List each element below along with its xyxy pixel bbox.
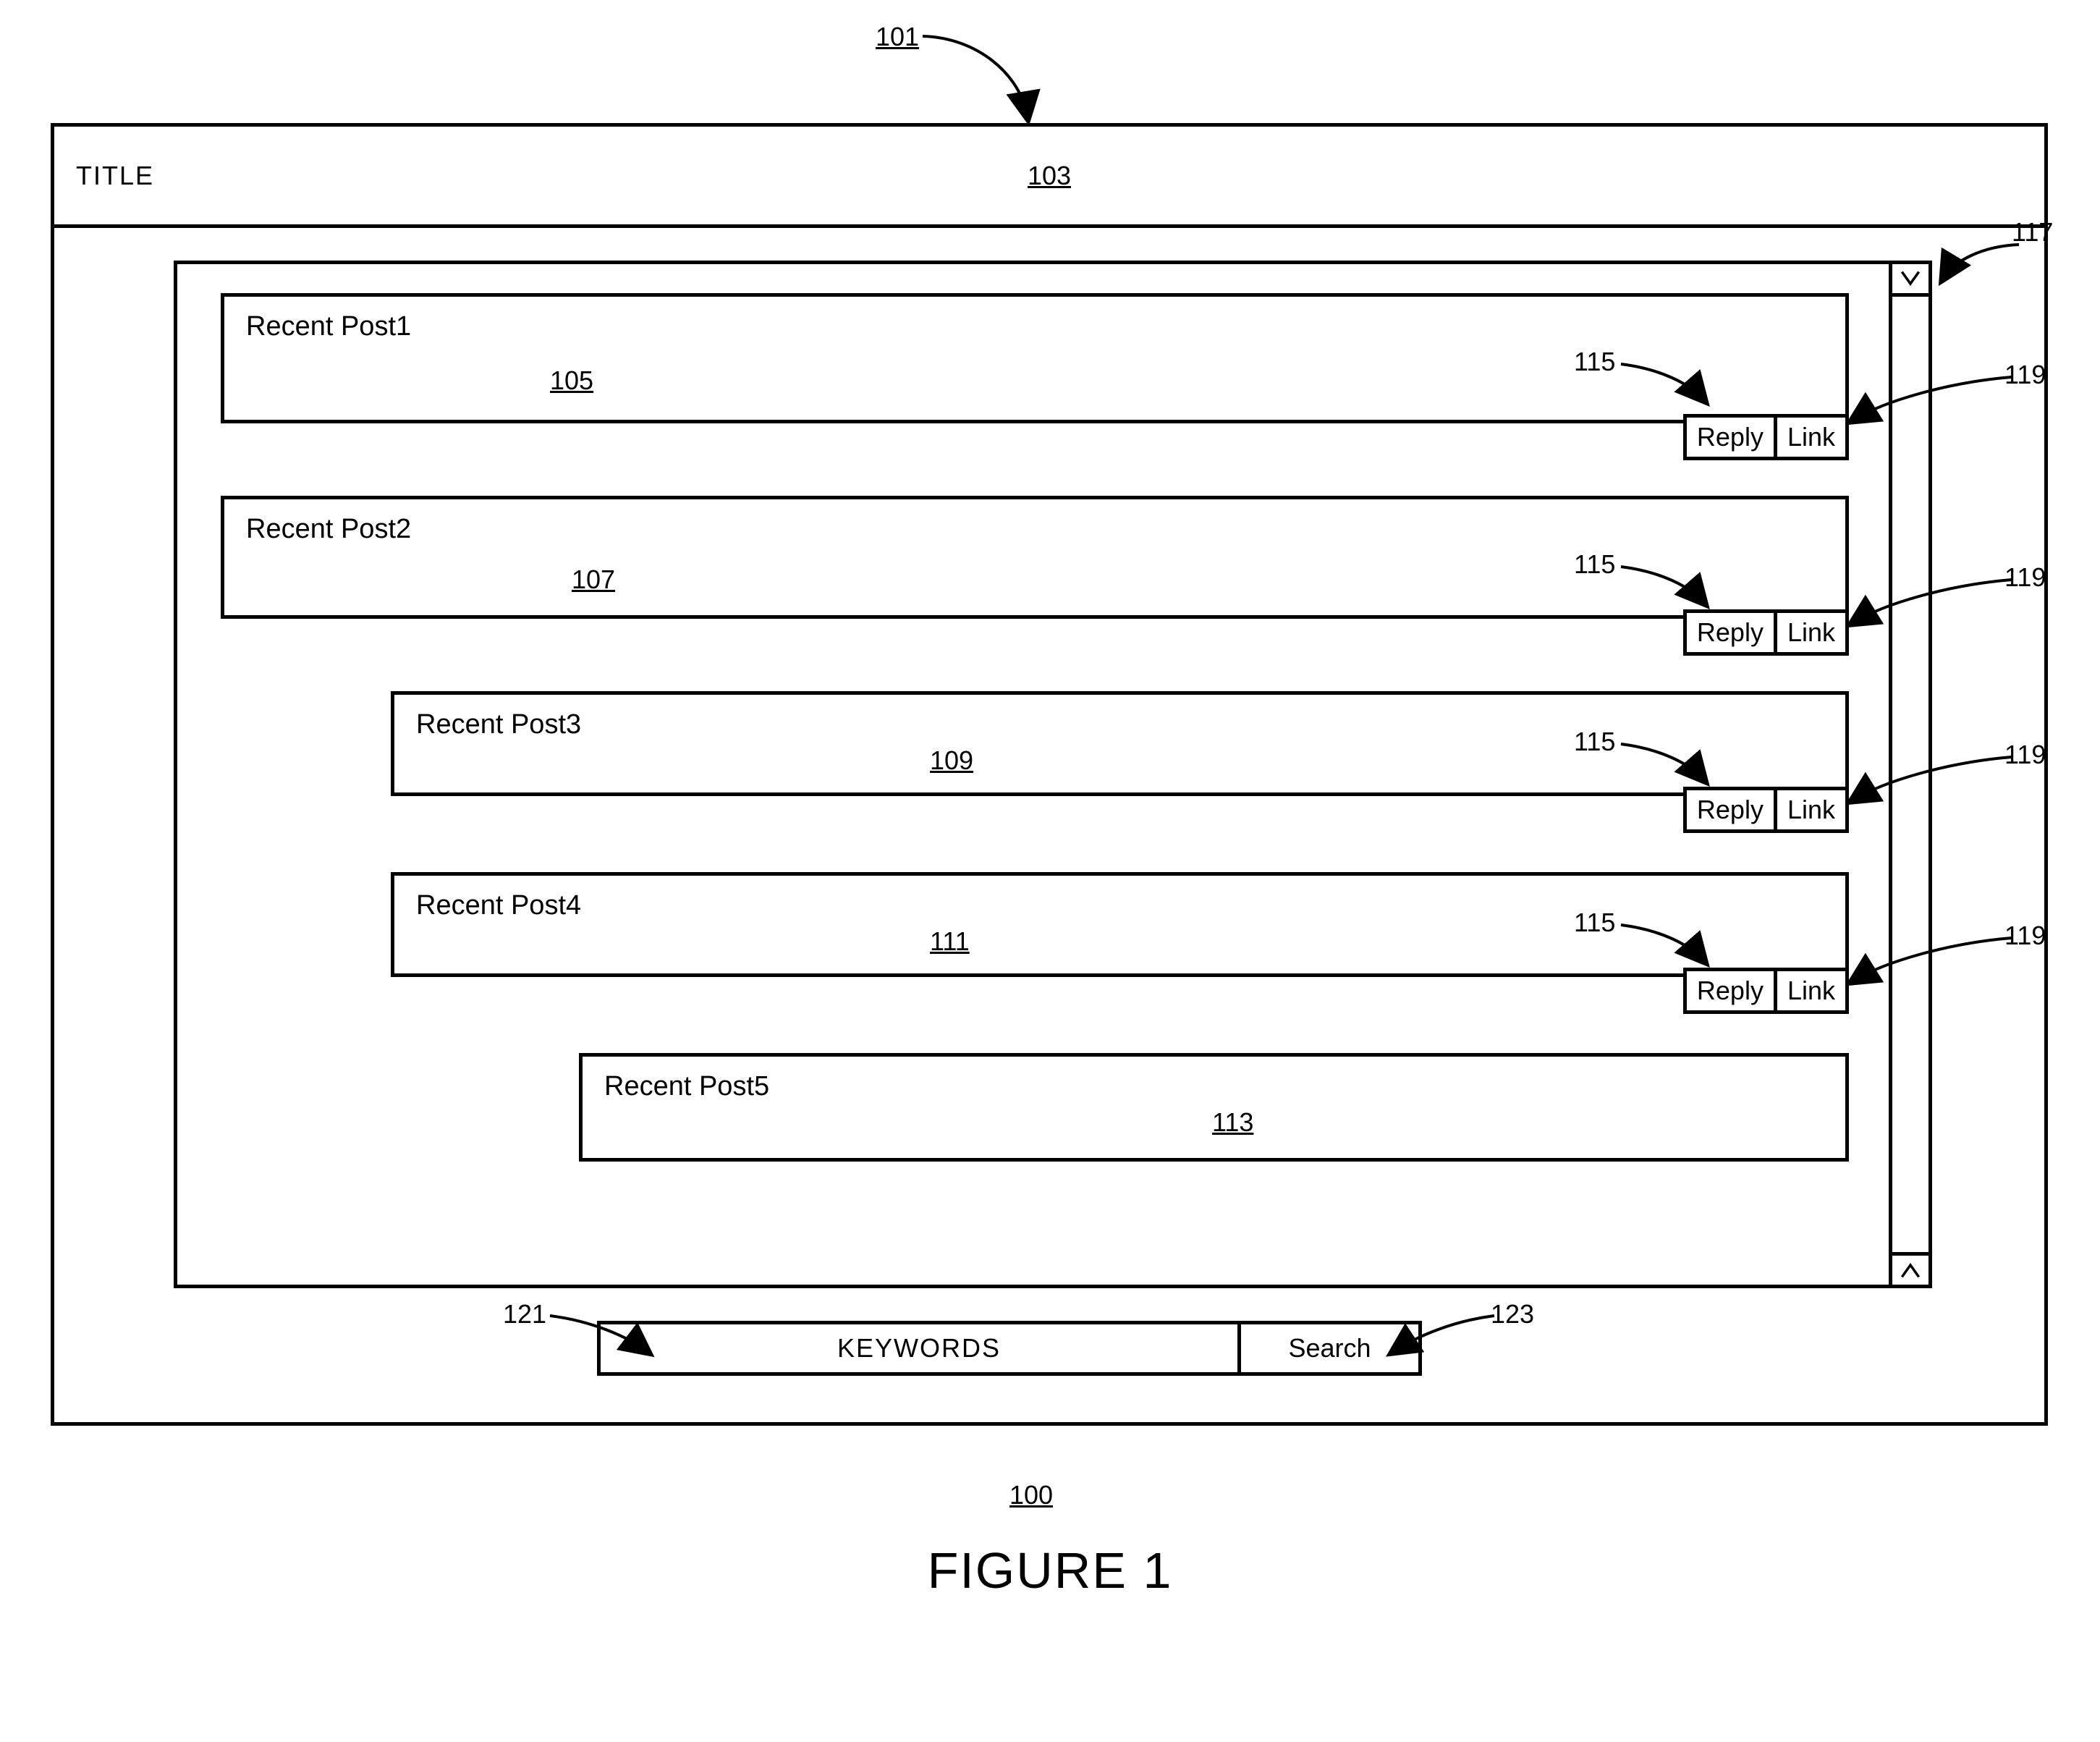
link-button[interactable]: Link — [1777, 613, 1845, 652]
post-ref: 111 — [930, 926, 970, 957]
title-ref: 103 — [1028, 161, 1071, 191]
leader-117 — [1939, 239, 2026, 289]
leader-119-2 — [1849, 574, 2015, 632]
post-title: Recent Post5 — [604, 1071, 1824, 1102]
post-ref: 113 — [1212, 1107, 1253, 1138]
link-button[interactable]: Link — [1777, 790, 1845, 829]
application-window: TITLE 103 Recent Post1 105 Reply Link — [51, 123, 2048, 1426]
post-5: Recent Post5 113 — [579, 1053, 1849, 1162]
post-actions: Reply Link — [1683, 414, 1849, 460]
post-actions: Reply Link — [1683, 968, 1849, 1014]
leader-101 — [919, 30, 1049, 132]
window-body: Recent Post1 105 Reply Link Recent Post2… — [54, 228, 2044, 1418]
reply-button[interactable]: Reply — [1687, 418, 1774, 457]
leader-119-4 — [1849, 932, 2015, 990]
reply-button[interactable]: Reply — [1687, 613, 1774, 652]
leader-115-3 — [1617, 738, 1711, 789]
scroll-up-button[interactable] — [1892, 264, 1928, 297]
reply-button[interactable]: Reply — [1687, 790, 1774, 829]
leader-115-1 — [1617, 358, 1711, 409]
search-row: KEYWORDS Search — [597, 1321, 1422, 1376]
post-ref: 105 — [550, 365, 593, 396]
leader-115-4 — [1617, 919, 1711, 970]
chevron-up-icon — [1900, 1260, 1921, 1280]
link-button[interactable]: Link — [1777, 971, 1845, 1010]
keywords-input[interactable]: KEYWORDS — [601, 1324, 1237, 1372]
leader-121 — [546, 1310, 655, 1361]
reply-button[interactable]: Reply — [1687, 971, 1774, 1010]
post-ref: 109 — [930, 745, 973, 776]
post-actions: Reply Link — [1683, 787, 1849, 833]
ref-115-4: 115 — [1574, 908, 1615, 938]
leader-115-2 — [1617, 561, 1711, 612]
patent-figure-canvas: 101 TITLE 103 Recent Post1 105 Reply — [0, 0, 2100, 1742]
post-title: Recent Post2 — [246, 514, 1824, 545]
ref-115-1: 115 — [1574, 347, 1615, 377]
ref-121: 121 — [503, 1299, 546, 1329]
ref-101: 101 — [876, 22, 919, 52]
leader-119-3 — [1849, 751, 2015, 809]
leader-119-1 — [1849, 371, 2015, 429]
ref-115-3: 115 — [1574, 727, 1615, 757]
ref-100: 100 — [1009, 1480, 1053, 1510]
post-title: Recent Post1 — [246, 311, 1824, 342]
link-button[interactable]: Link — [1777, 418, 1845, 457]
figure-caption: FIGURE 1 — [928, 1542, 1173, 1599]
post-actions: Reply Link — [1683, 609, 1849, 656]
scroll-down-button[interactable] — [1892, 1252, 1928, 1285]
ref-115-2: 115 — [1574, 549, 1615, 580]
title-bar: TITLE 103 — [54, 127, 2044, 228]
leader-123 — [1389, 1310, 1498, 1361]
post-ref: 107 — [572, 565, 615, 595]
chevron-down-collapsed-icon — [1900, 269, 1921, 289]
title-label: TITLE — [76, 161, 154, 191]
